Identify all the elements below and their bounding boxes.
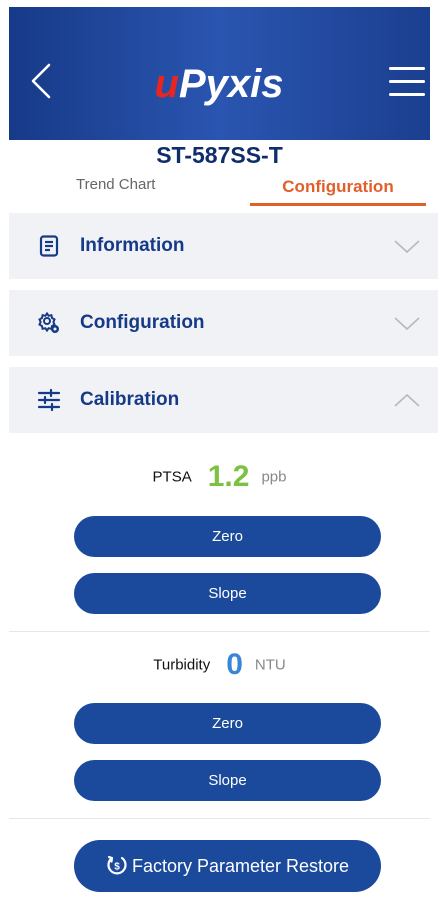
ptsa-zero-button[interactable]: Zero: [74, 516, 381, 557]
active-tab-indicator: [250, 203, 426, 206]
section-label: Configuration: [80, 312, 205, 333]
menu-button[interactable]: [389, 65, 425, 99]
app-logo: uPyxis: [129, 59, 309, 109]
sliders-icon: [37, 388, 61, 412]
chevron-down-icon: [394, 317, 420, 331]
chevron-down-icon: [394, 240, 420, 254]
gear-settings-icon: [38, 311, 59, 333]
app-header: uPyxis: [9, 7, 430, 140]
reading-value: 1.2: [207, 460, 250, 493]
factory-restore-button[interactable]: $ Factory Parameter Restore: [74, 840, 381, 892]
turbidity-reading: Turbidity 0 NTU: [9, 648, 430, 682]
divider: [9, 631, 430, 632]
section-label: Calibration: [80, 389, 180, 410]
reading-unit: NTU: [254, 656, 286, 674]
section-information[interactable]: Information: [9, 213, 438, 279]
restore-label: Factory Parameter Restore: [131, 856, 350, 876]
section-configuration[interactable]: Configuration: [9, 290, 438, 356]
logo-text: Pyxis: [178, 62, 284, 106]
reading-value: 0: [226, 648, 243, 681]
turbidity-zero-button[interactable]: Zero: [74, 703, 381, 744]
logo-mark: u: [154, 62, 179, 106]
tab-trend-chart[interactable]: Trend Chart: [76, 172, 155, 198]
section-label: Information: [80, 235, 185, 256]
ptsa-slope-button[interactable]: Slope: [74, 573, 381, 614]
reading-name: PTSA: [152, 468, 192, 486]
svg-text:$: $: [114, 862, 120, 873]
chevron-up-icon: [394, 393, 420, 407]
ptsa-reading: PTSA 1.2 ppb: [9, 460, 430, 494]
reading-name: Turbidity: [153, 656, 211, 674]
reading-unit: ppb: [261, 468, 287, 486]
document-list-icon: [39, 235, 59, 257]
device-title: ST-587SS-T: [156, 142, 283, 168]
restore-icon: $: [107, 855, 127, 875]
chevron-left-icon: [31, 63, 51, 99]
section-calibration[interactable]: Calibration: [9, 367, 438, 433]
turbidity-slope-button[interactable]: Slope: [74, 760, 381, 801]
back-button[interactable]: [27, 59, 57, 103]
divider: [9, 818, 430, 819]
tab-configuration[interactable]: Configuration: [250, 174, 426, 200]
